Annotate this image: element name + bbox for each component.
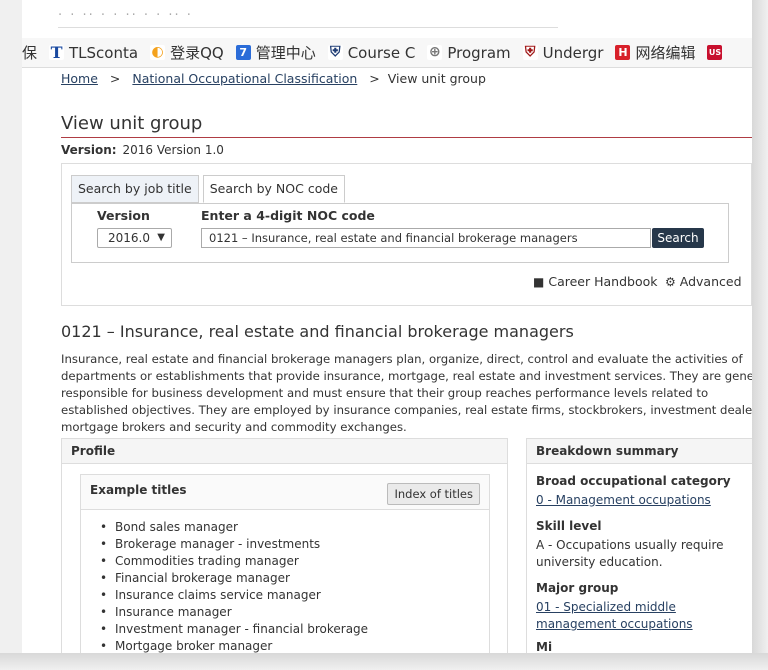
career-handbook-label: Career Handbook [548,274,658,289]
bookmark-item[interactable]: US [707,38,739,67]
bookmark-item[interactable]: 保 [22,38,49,67]
tab-search-by-job-title[interactable]: Search by job title [71,175,199,203]
noc-input-label: Enter a 4-digit NOC code [201,208,375,223]
example-titles-list: Bond sales manager Brokerage manager - i… [100,519,368,653]
skill-level-section: Skill level A - Occupations usually requ… [536,518,724,571]
description-line: mortgage brokers and security and commod… [61,420,407,434]
version-select-label: Version [97,208,150,223]
unit-group-title: 0121 – Insurance, real estate and financ… [61,322,574,341]
skill-level-heading: Skill level [536,519,602,533]
list-item: Brokerage manager - investments [100,536,368,553]
version-select[interactable]: 2016.0 ▼ [97,228,172,248]
tlscontact-icon: T [49,43,65,62]
admin-icon: 7 [235,45,251,60]
minor-group-heading: Mi [536,640,553,653]
list-item: Mortgage broker manager [100,638,368,653]
bookmark-item[interactable]: ⊕ Program [427,38,522,67]
search-button[interactable]: Search [652,228,704,248]
bookmarks-bar: 保 T TLSconta ◐ 登录QQ 7 管理中心 ⛨ Course C ⊕ Progr… [22,38,752,68]
qq-icon: ◐ [150,44,166,60]
example-titles-heading: Example titles [90,483,187,497]
list-item: Investment manager - financial brokerage [100,621,368,638]
book-icon: ■ [533,274,545,289]
search-panel: Search by job title Search by NOC code V… [61,163,752,306]
unit-group-description: Insurance, real estate and financial bro… [61,351,752,436]
version-label: Version: [61,143,117,157]
list-item: Insurance claims service manager [100,587,368,604]
minor-group-section: Mi [536,639,552,653]
advanced-label: Advanced [679,274,742,289]
chevron-down-icon: ▼ [157,232,165,243]
broad-category-section: Broad occupational category 0 - Manageme… [536,473,731,509]
usnews-icon: US [707,45,723,60]
tab-search-by-noc-code[interactable]: Search by NOC code [202,175,345,203]
page-title: View unit group [61,113,203,134]
version-select-value: 2016.0 [108,231,150,245]
breadcrumb-separator: > [109,71,121,86]
version-line: Version: 2016 Version 1.0 [61,143,224,157]
breadcrumb-current: View unit group [387,71,486,86]
major-group-link[interactable]: management occupations [536,616,693,633]
bookmark-item[interactable]: ⛨ Course C [327,38,428,67]
crest-icon: ⛨ [522,45,538,60]
title-divider [61,137,752,138]
broad-category-heading: Broad occupational category [536,474,731,488]
list-item: Commodities trading manager [100,553,368,570]
window-shadow [0,653,768,670]
major-group-link[interactable]: 01 - Specialized middle [536,599,693,616]
career-handbook-link[interactable]: ■ Career Handbook [533,274,657,289]
breakdown-heading: Breakdown summary [527,439,752,464]
advanced-link[interactable]: ⚙ Advanced [665,274,742,289]
description-line: responsible for business development and… [61,386,709,400]
breakdown-panel: Breakdown summary Broad occupational cat… [526,438,752,653]
browser-toolbar: · · ·· · · ·· · · ·· · [22,0,752,38]
address-bar[interactable]: · · ·· · · ·· · · ·· · [58,6,558,28]
noc-code-input[interactable]: 0121 – Insurance, real estate and financ… [201,228,651,248]
list-item: Financial brokerage manager [100,570,368,587]
shield-icon: ⛨ [327,45,343,60]
breadcrumb: Home > National Occupational Classificat… [61,71,486,86]
bookmark-item[interactable]: ◐ 登录QQ [150,38,236,67]
broad-category-link[interactable]: 0 - Management occupations [536,492,731,509]
profile-heading: Profile [62,439,507,464]
profile-panel: Profile Example titles Index of titles B… [61,438,508,653]
window-shadow [752,0,768,670]
list-item: Insurance manager [100,604,368,621]
globe-icon: ⊕ [427,44,443,60]
bookmark-item[interactable]: T TLSconta [49,38,150,67]
major-group-heading: Major group [536,581,619,595]
noc-search-form: Version Enter a 4-digit NOC code 2016.0 … [71,203,729,263]
bookmark-item[interactable]: H 网络编辑 [615,38,707,67]
gear-icon: ⚙ [665,274,676,289]
address-text: · · ·· · · ·· · · ·· · [58,8,193,23]
editor-icon: H [615,45,631,60]
skill-level-text: university education. [536,555,663,569]
skill-level-text: A - Occupations usually require [536,538,724,552]
breadcrumb-home-link[interactable]: Home [61,71,98,86]
bookmark-item[interactable]: 7 管理中心 [235,38,328,67]
bookmark-item[interactable]: ⛨ Undergr [522,38,616,67]
version-value: 2016 Version 1.0 [122,143,224,157]
description-line: established objectives. They are employe… [61,403,752,417]
search-tabs: Search by job title Search by NOC code [71,175,349,203]
example-titles-box: Example titles Index of titles Bond sale… [80,474,490,653]
example-titles-header: Example titles Index of titles [81,475,489,510]
breadcrumb-separator: > [369,71,380,86]
major-group-section: Major group 01 - Specialized middle mana… [536,580,693,633]
index-of-titles-button[interactable]: Index of titles [387,483,480,505]
description-line: departments or establishments that provi… [61,369,752,383]
page-content: Home > National Occupational Classificat… [22,68,752,653]
breadcrumb-noc-link[interactable]: National Occupational Classification [132,71,357,86]
list-item: Bond sales manager [100,519,368,536]
description-line: Insurance, real estate and financial bro… [61,352,743,366]
